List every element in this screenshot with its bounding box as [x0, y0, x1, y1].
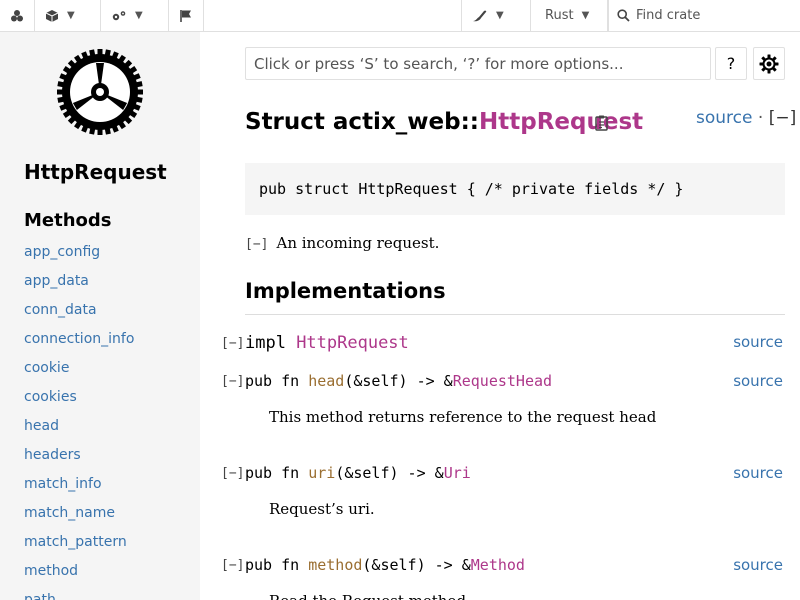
- method-name-link[interactable]: uri: [308, 464, 335, 482]
- language-label: Rust: [545, 8, 574, 23]
- sidebar-method-link[interactable]: headers: [24, 447, 134, 476]
- sidebar-struct-title[interactable]: HttpRequest: [24, 160, 167, 184]
- copy-icon[interactable]: [593, 114, 611, 132]
- sidebar-method-link[interactable]: cookies: [24, 389, 134, 418]
- source-link[interactable]: source: [696, 108, 752, 128]
- search-icon: [617, 9, 630, 22]
- sidebar-method-link[interactable]: match_name: [24, 505, 134, 534]
- title-struct-name[interactable]: HttpRequest: [479, 109, 643, 135]
- doc-search-input[interactable]: [245, 47, 711, 80]
- sidebar-method-link[interactable]: match_pattern: [24, 534, 134, 563]
- struct-doc: [−] An incoming request.: [245, 234, 439, 252]
- collapse-all-toggle[interactable]: [−]: [769, 108, 797, 128]
- main-content: ? Struct actix_web::HttpRequest sour: [200, 32, 800, 600]
- source-separator: ·: [752, 108, 769, 128]
- chevron-down-icon: ▼: [581, 10, 590, 21]
- impl-type-link[interactable]: HttpRequest: [296, 333, 409, 353]
- fn-keyword: pub fn: [245, 556, 309, 574]
- flag-menu[interactable]: [169, 0, 204, 32]
- fn-keyword: pub fn: [245, 464, 309, 482]
- fn-keyword: pub fn: [245, 372, 309, 390]
- chevron-down-icon: ▼: [67, 10, 75, 21]
- flag-icon: [180, 9, 191, 22]
- method-doc: This method returns reference to the req…: [269, 408, 657, 426]
- implementations-heading[interactable]: Implementations: [245, 279, 446, 303]
- sidebar-methods-heading[interactable]: Methods: [24, 210, 112, 231]
- method-source-link[interactable]: source: [733, 556, 783, 574]
- method-signature-uri: [−] pub fn uri(&self) -> &Uri source: [221, 464, 785, 482]
- implementations-divider: [245, 314, 785, 315]
- crates-menu[interactable]: [0, 0, 35, 32]
- sidebar-method-link[interactable]: head: [24, 418, 134, 447]
- help-button[interactable]: ?: [715, 47, 747, 80]
- settings-gear-icon: [759, 54, 779, 73]
- sidebar-method-link[interactable]: conn_data: [24, 302, 134, 331]
- return-type-link[interactable]: Uri: [444, 464, 471, 482]
- settings-menu[interactable]: ▼: [101, 0, 169, 32]
- return-type-link[interactable]: Method: [471, 556, 525, 574]
- page-title: Struct actix_web::HttpRequest: [245, 109, 643, 135]
- method-params: (&self) -> &: [335, 464, 444, 482]
- method-doc: Read the Request method.: [269, 592, 471, 600]
- cube-icon: [45, 9, 59, 22]
- chevron-down-icon: ▼: [135, 10, 143, 21]
- doc-summary: An incoming request.: [276, 234, 440, 252]
- impl-keyword: impl: [245, 333, 297, 353]
- impl-source-link[interactable]: source: [733, 333, 783, 351]
- method-name-link[interactable]: method: [308, 556, 362, 574]
- return-type-link[interactable]: RequestHead: [453, 372, 552, 390]
- sidebar-method-link[interactable]: match_info: [24, 476, 134, 505]
- method-toggle[interactable]: [−]: [221, 466, 244, 481]
- sidebar-method-link[interactable]: connection_info: [24, 331, 134, 360]
- doc-toggle[interactable]: [−]: [245, 237, 268, 252]
- method-signature-head: [−] pub fn head(&self) -> &RequestHead s…: [221, 372, 785, 390]
- crate-menu[interactable]: ▼: [35, 0, 101, 32]
- impl-block-header: [−] impl HttpRequest source: [221, 333, 785, 353]
- title-prefix: Struct actix_web::: [245, 109, 479, 135]
- method-source-link[interactable]: source: [733, 372, 783, 390]
- sidebar-method-link[interactable]: cookie: [24, 360, 134, 389]
- method-source-link[interactable]: source: [733, 464, 783, 482]
- sidebar-method-link[interactable]: app_data: [24, 273, 134, 302]
- struct-declaration: pub struct HttpRequest { /* private fiel…: [245, 163, 785, 215]
- top-nav-bar: ▼ ▼ ▼ Rust ▼: [0, 0, 800, 32]
- theme-menu[interactable]: ▼: [461, 0, 531, 32]
- sidebar-method-link[interactable]: method: [24, 563, 134, 592]
- sidebar-method-link[interactable]: app_config: [24, 244, 134, 273]
- crates-icon: [11, 9, 23, 21]
- sidebar: HttpRequest Methods app_config app_data co…: [0, 32, 200, 600]
- language-menu[interactable]: Rust ▼: [531, 0, 608, 32]
- find-crate-input[interactable]: [636, 8, 786, 23]
- theme-brush-icon: [473, 10, 487, 21]
- sidebar-method-list: app_config app_data conn_data connection_in…: [24, 244, 134, 600]
- method-toggle[interactable]: [−]: [221, 374, 244, 389]
- method-params: (&self) -> &: [362, 556, 471, 574]
- method-name-link[interactable]: head: [308, 372, 344, 390]
- method-signature-method: [−] pub fn method(&self) -> &Method sour…: [221, 556, 785, 574]
- rust-logo[interactable]: [55, 47, 145, 137]
- method-doc: Request’s uri.: [269, 500, 375, 518]
- sidebar-method-link[interactable]: path: [24, 592, 134, 600]
- method-toggle[interactable]: [−]: [221, 558, 244, 573]
- settings-button[interactable]: [753, 47, 785, 80]
- gears-icon: [112, 10, 126, 20]
- chevron-down-icon: ▼: [496, 10, 504, 21]
- method-params: (&self) -> &: [344, 372, 453, 390]
- find-crate-box[interactable]: [608, 0, 800, 32]
- source-header: source · [−]: [696, 108, 796, 128]
- impl-toggle[interactable]: [−]: [221, 336, 244, 351]
